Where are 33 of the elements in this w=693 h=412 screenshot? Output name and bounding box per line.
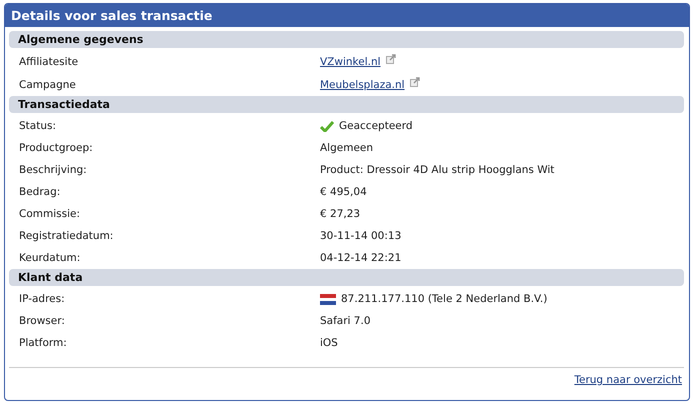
field-label: Bedrag:	[18, 186, 62, 198]
field-value: 04-12-14 22:21	[320, 252, 402, 264]
site-link[interactable]: VZwinkel.nl	[320, 56, 381, 68]
field-label: Beschrijving:	[18, 164, 88, 176]
field-label: Status:	[18, 120, 57, 132]
section-header: Transactiedata	[9, 96, 684, 113]
field-label: Commissie:	[18, 208, 81, 220]
window-title: Details voor sales transactie	[5, 4, 689, 27]
field-label: Platform:	[18, 337, 68, 349]
status-value: Geaccepteerd	[339, 120, 413, 132]
ip-value: 87.211.177.110 (Tele 2 Nederland B.V.)	[341, 293, 548, 305]
field-label: Productgroep:	[18, 142, 94, 154]
checkmark-icon	[320, 120, 334, 132]
field-value: Product: Dressoir 4D Alu strip Hoogglans Wit	[320, 164, 554, 176]
external-link-icon	[410, 76, 420, 86]
field-label: Browser:	[18, 315, 66, 327]
field-value: Safari 7.0	[320, 315, 371, 327]
field-value: € 27,23	[320, 208, 360, 220]
field-label: Campagne	[18, 78, 77, 90]
site-link[interactable]: Meubelsplaza.nl	[320, 78, 405, 90]
field-value: iOS	[320, 337, 338, 349]
back-link[interactable]: Terug naar overzicht	[574, 374, 682, 386]
field-label: IP-adres:	[18, 293, 66, 305]
section-header: Algemene gegevens	[9, 31, 684, 48]
section-header: Klant data	[9, 269, 684, 286]
flag-icon	[320, 294, 336, 304]
field-value: € 495,04	[320, 186, 367, 198]
field-label: Registratiedatum:	[18, 230, 114, 242]
field-value: 30-11-14 00:13	[320, 230, 402, 242]
field-value: Algemeen	[320, 142, 374, 154]
field-label: Keurdatum:	[18, 252, 82, 264]
external-link-icon	[386, 54, 396, 64]
field-label: Affiliatesite	[18, 56, 80, 68]
